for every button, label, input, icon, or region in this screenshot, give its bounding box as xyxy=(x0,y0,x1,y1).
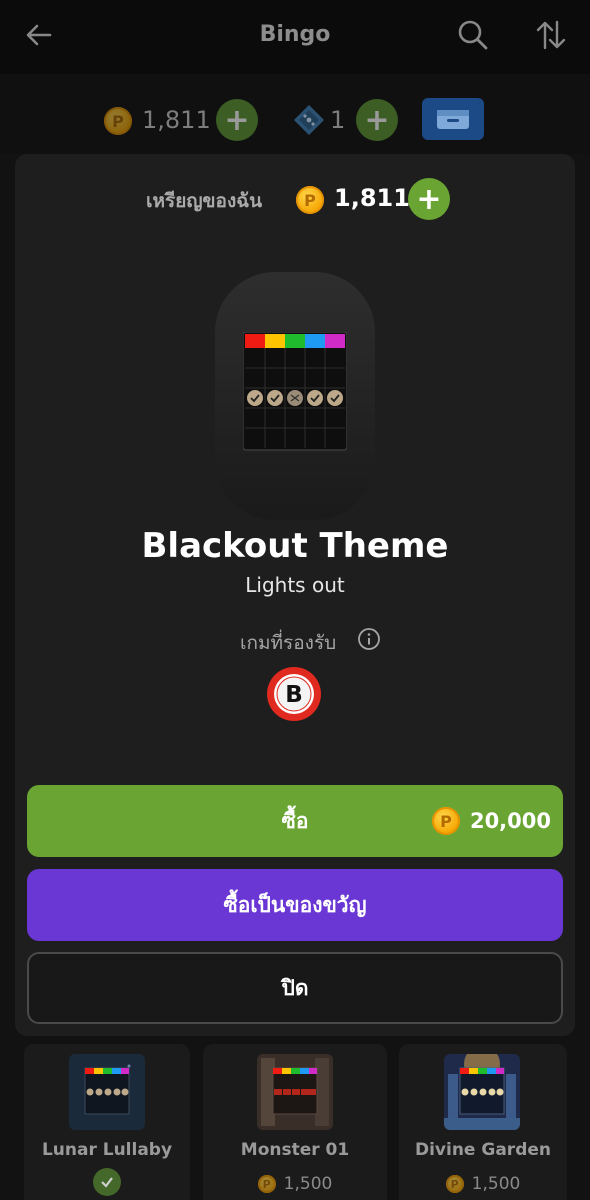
add-coins-button[interactable]: + xyxy=(408,178,450,220)
close-button[interactable]: ปิด xyxy=(27,952,563,1024)
theme-name: Monster 01 xyxy=(240,1140,350,1160)
buy-label: ซื้อ xyxy=(281,808,309,833)
add-gems-button[interactable]: + xyxy=(356,99,398,141)
bingo-letter: B xyxy=(285,682,303,708)
theme-price: P 1,500 xyxy=(399,1174,567,1194)
theme-thumbnail xyxy=(69,1054,145,1130)
my-coins-label: เหรียญของฉัน xyxy=(146,190,263,212)
buy-price: P 20,000 xyxy=(431,807,551,835)
buy-price-value: 20,000 xyxy=(469,809,551,833)
wallet-button[interactable] xyxy=(422,98,484,140)
theme-name: Lunar Lullaby xyxy=(41,1140,173,1160)
wallet-icon xyxy=(437,110,469,129)
theme-preview xyxy=(215,272,375,520)
theme-card-divine-garden[interactable]: Divine Garden P 1,500 xyxy=(399,1044,567,1200)
info-icon[interactable] xyxy=(357,627,381,651)
coin-icon: P xyxy=(257,1175,276,1193)
theme-price-value: 1,500 xyxy=(471,1174,521,1194)
buy-button[interactable]: ซื้อ P 20,000 xyxy=(27,785,563,857)
theme-price: P 1,500 xyxy=(203,1174,387,1194)
gem-balance: 1 xyxy=(330,106,346,134)
owned-check-icon xyxy=(93,1168,121,1196)
theme-price-value: 1,500 xyxy=(283,1174,333,1194)
theme-name: Divine Garden xyxy=(414,1140,551,1160)
theme-title: Blackout Theme xyxy=(141,526,449,566)
top-app-bar: Bingo xyxy=(0,0,590,74)
page-title: Bingo xyxy=(259,22,331,47)
gem-icon xyxy=(294,105,324,135)
coin-icon: P xyxy=(104,107,132,135)
bingo-card-preview xyxy=(243,332,347,451)
search-icon[interactable] xyxy=(456,18,490,52)
bingo-game-icon: B xyxy=(267,667,321,721)
sort-icon[interactable] xyxy=(534,18,568,52)
theme-subtitle: Lights out xyxy=(245,573,345,597)
coin-icon: P xyxy=(445,1175,464,1193)
theme-thumbnail xyxy=(257,1054,333,1130)
gift-label: ซื้อเป็นของขวัญ xyxy=(223,892,367,917)
theme-card-lunar-lullaby[interactable]: Lunar Lullaby xyxy=(24,1044,190,1200)
buy-as-gift-button[interactable]: ซื้อเป็นของขวัญ xyxy=(27,869,563,941)
close-label: ปิด xyxy=(281,975,309,1000)
coin-icon: P xyxy=(296,186,324,214)
theme-thumbnail xyxy=(444,1054,520,1130)
my-coins-value: 1,811 xyxy=(334,184,410,212)
theme-card-monster-01[interactable]: Monster 01 P 1,500 xyxy=(203,1044,387,1200)
supported-games-label: เกมที่รองรับ xyxy=(240,632,337,654)
coin-icon: P xyxy=(431,807,460,835)
add-coins-button[interactable]: + xyxy=(216,99,258,141)
coin-balance: 1,811 xyxy=(142,106,211,134)
